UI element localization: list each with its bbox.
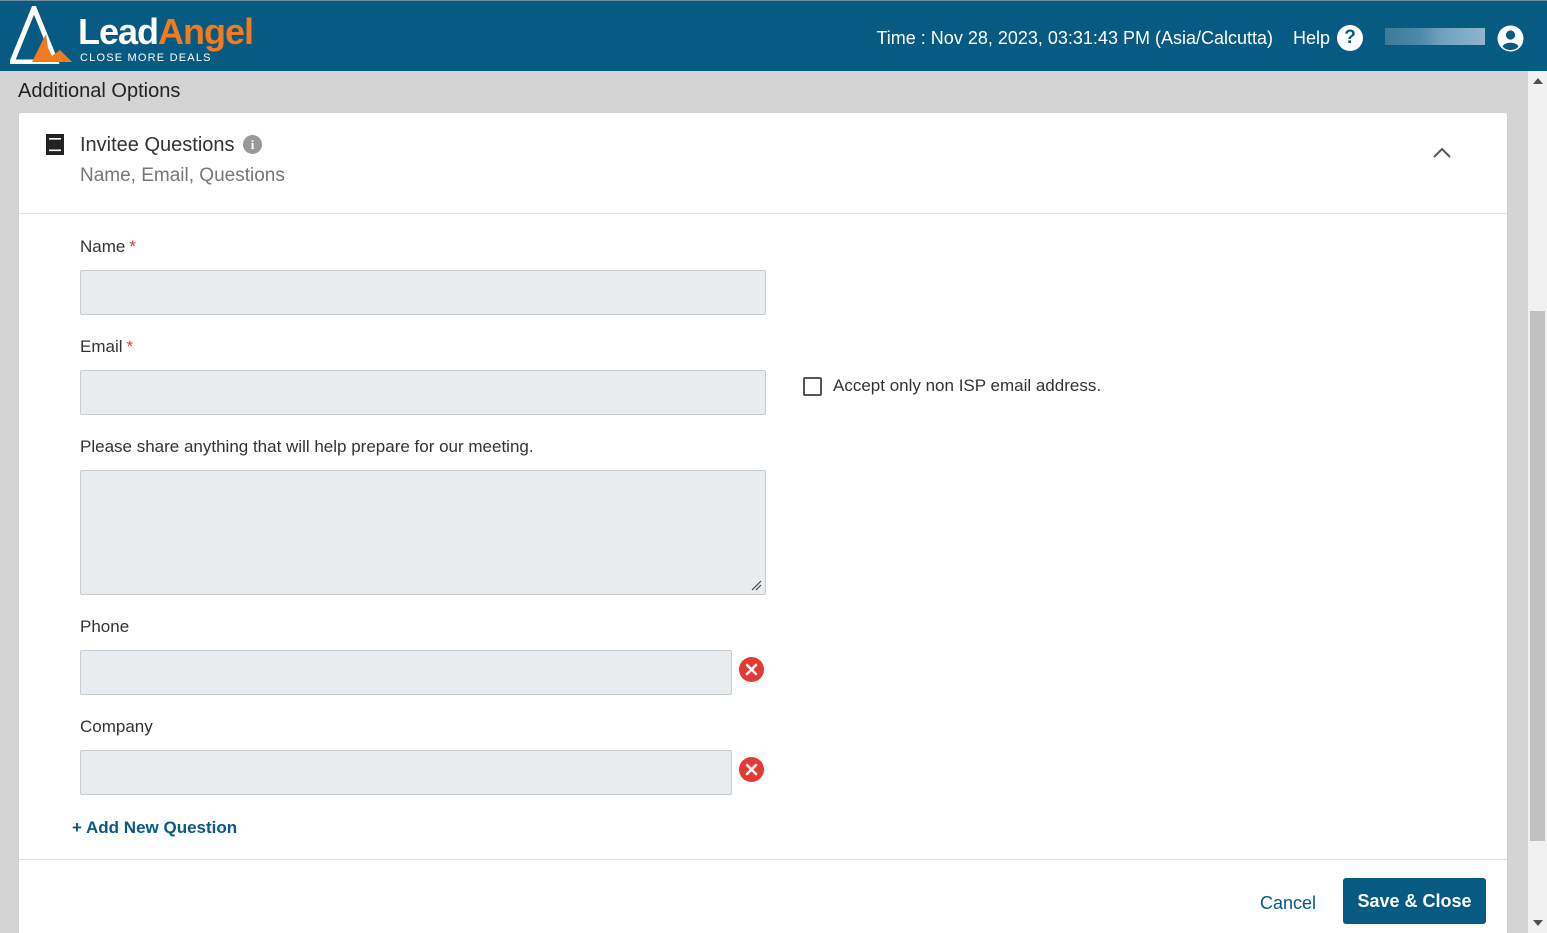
card-subtitle: Name, Email, Questions — [80, 165, 285, 186]
user-name-redacted[interactable] — [1385, 28, 1485, 45]
scrollbar-thumb[interactable] — [1530, 311, 1545, 841]
remove-company-icon[interactable] — [739, 757, 764, 782]
phone-input[interactable] — [80, 650, 732, 695]
remove-phone-icon[interactable] — [739, 657, 764, 682]
help-icon[interactable]: ? — [1337, 25, 1363, 51]
meeting-question-textarea[interactable] — [80, 470, 766, 595]
footer-divider — [19, 859, 1507, 860]
logo-tagline: CLOSE MORE DEALS — [80, 52, 212, 64]
logo-mark-icon — [10, 6, 72, 64]
meeting-question-label: Please share anything that will help pre… — [80, 437, 534, 456]
cancel-button[interactable]: Cancel — [1260, 892, 1316, 914]
non-isp-email-label[interactable]: Accept only non ISP email address. — [833, 376, 1101, 396]
current-time: Time : Nov 28, 2023, 03:31:43 PM (Asia/C… — [876, 28, 1273, 48]
info-icon[interactable]: i — [243, 135, 262, 154]
user-account-icon[interactable] — [1497, 25, 1524, 52]
add-new-question-link[interactable]: + Add New Question — [72, 818, 237, 838]
email-input[interactable] — [80, 370, 766, 415]
resize-grip-icon[interactable] — [751, 580, 762, 591]
phone-label: Phone — [80, 617, 130, 636]
leadangel-logo[interactable]: LeadAngel CLOSE MORE DEALS — [10, 6, 280, 66]
required-marker: * — [126, 337, 134, 356]
invitee-questions-card: Invitee Questions i Name, Email, Questio… — [18, 112, 1508, 933]
top-bar: LeadAngel CLOSE MORE DEALS Time : Nov 28… — [0, 0, 1547, 71]
save-and-close-button[interactable]: Save & Close — [1343, 878, 1486, 924]
company-label: Company — [80, 717, 153, 736]
required-marker: * — [129, 237, 136, 256]
document-icon — [46, 134, 64, 155]
card-header[interactable]: Invitee Questions i Name, Email, Questio… — [19, 113, 1507, 214]
company-input[interactable] — [80, 750, 732, 795]
name-label: Name * — [80, 237, 136, 256]
card-title: Invitee Questions — [80, 134, 235, 156]
page-section-title: Additional Options — [18, 80, 181, 102]
email-label: Email * — [80, 337, 134, 356]
help-link[interactable]: Help — [1293, 27, 1330, 49]
chevron-up-icon[interactable] — [1431, 145, 1453, 161]
logo-wordmark: LeadAngel — [78, 11, 254, 52]
name-input[interactable] — [80, 270, 766, 315]
scroll-up-arrow-icon[interactable] — [1533, 78, 1543, 84]
scroll-down-arrow-icon[interactable] — [1533, 920, 1543, 926]
non-isp-email-checkbox[interactable] — [803, 377, 822, 396]
